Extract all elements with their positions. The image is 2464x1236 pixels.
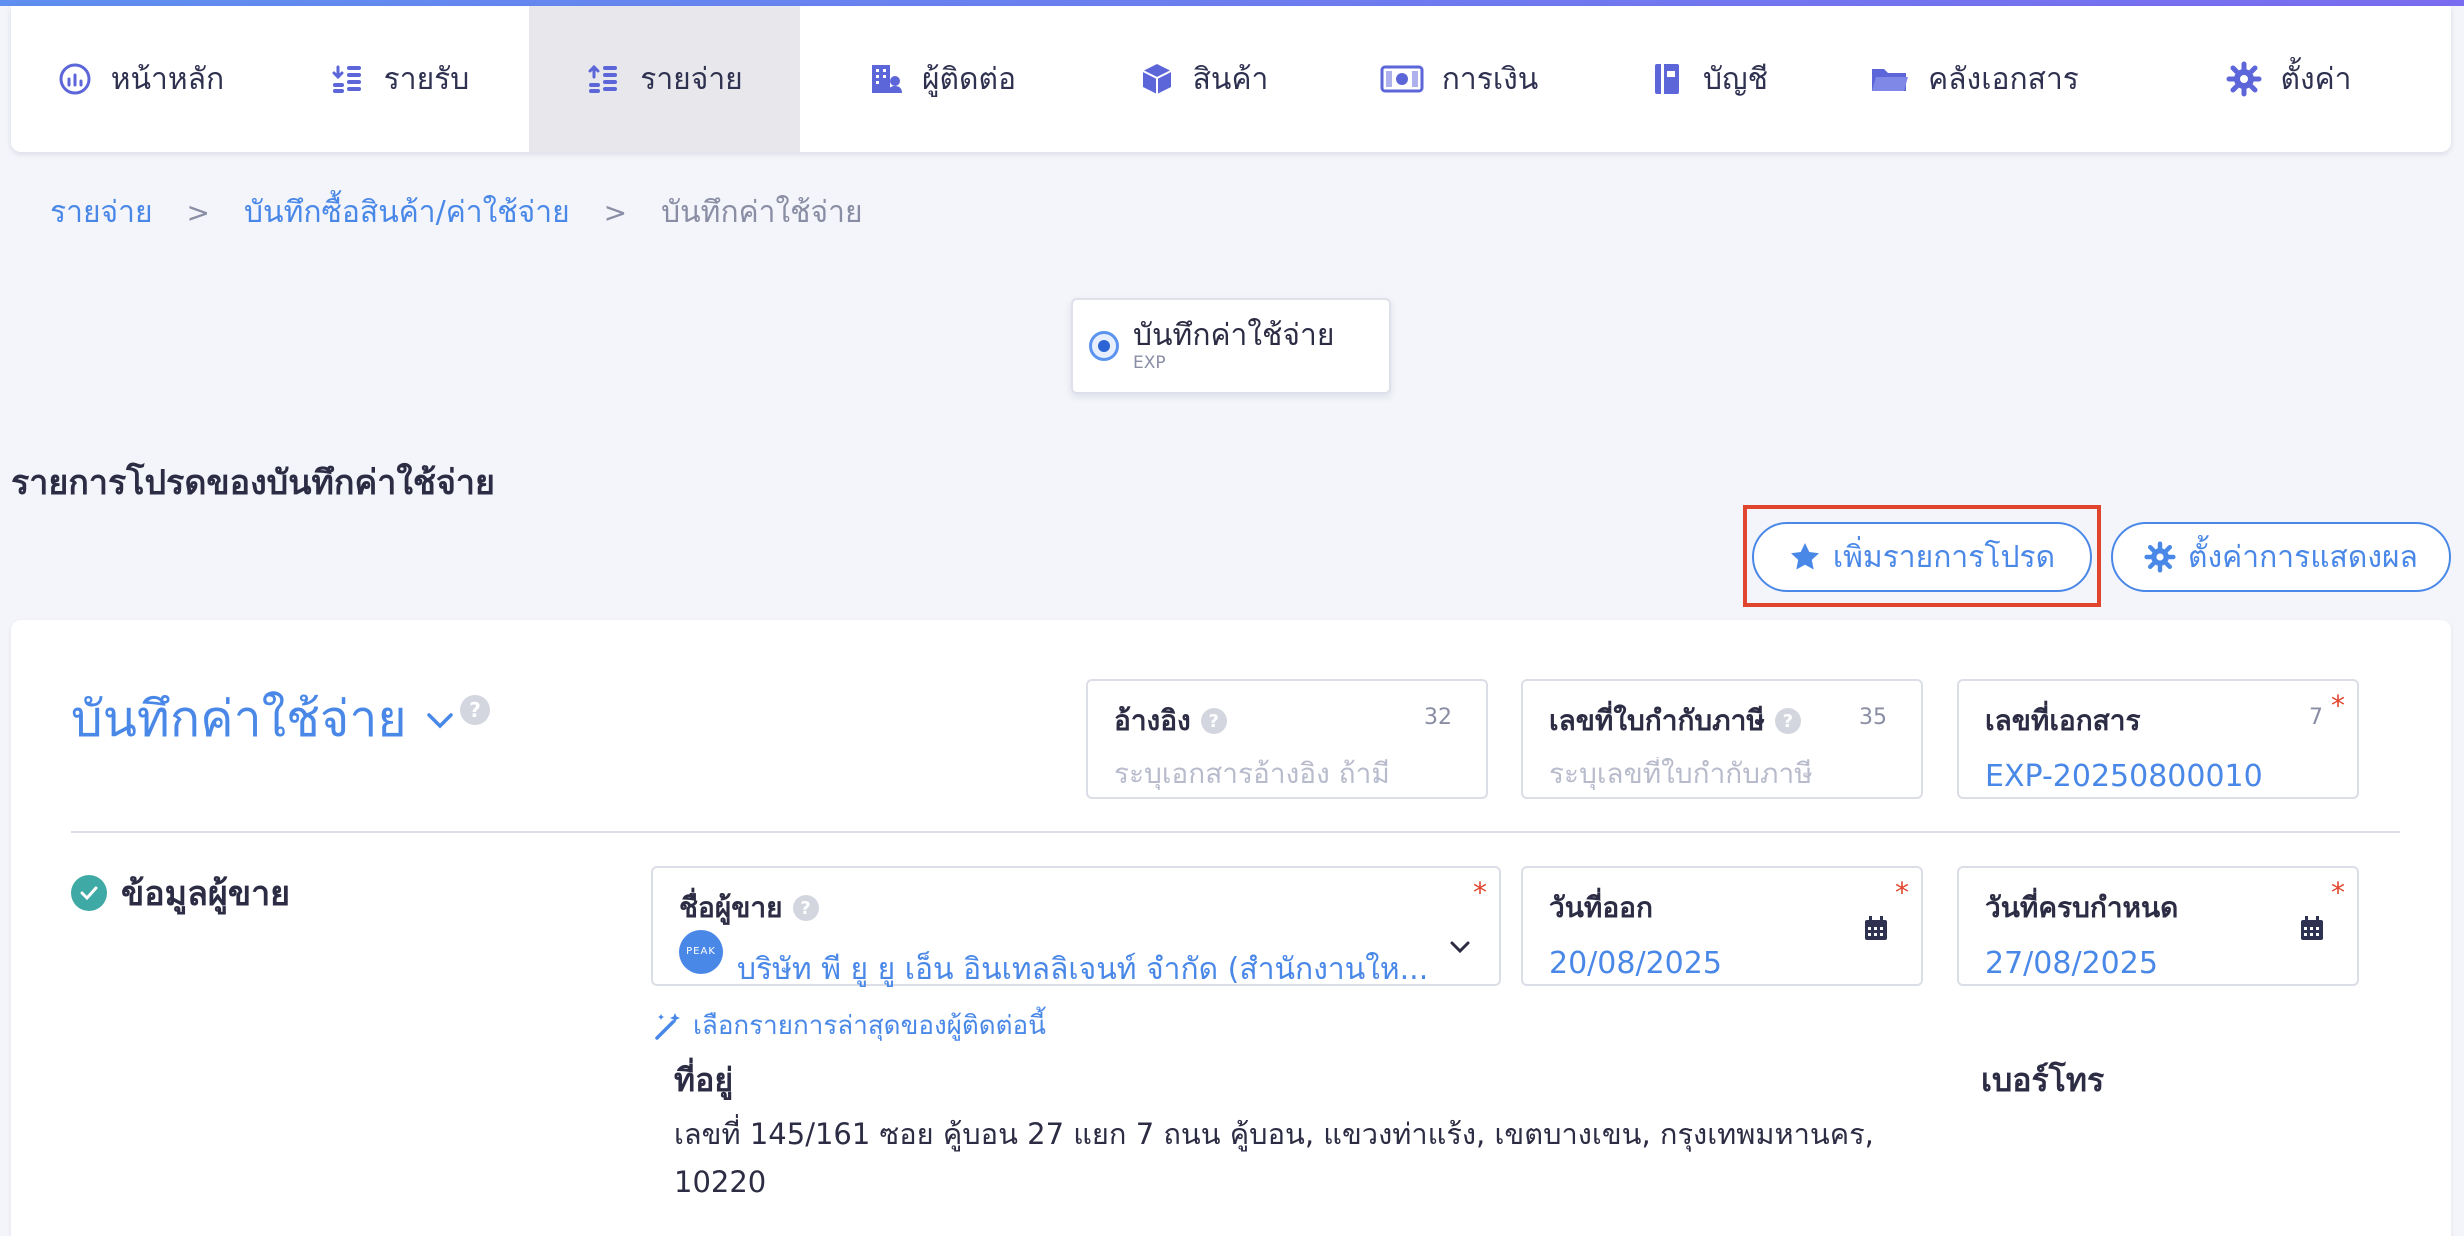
address-value: เลขที่ 145/161 ซอย คู้บอน 27 แยก 7 ถนน ค…: [674, 1117, 1874, 1199]
doc-number-field[interactable]: เลขที่เอกสาร 7 * EXP-20250800010: [1957, 679, 2359, 799]
add-favorite-label: เพิ่มรายการโปรด: [1832, 539, 2056, 575]
help-icon[interactable]: ?: [1774, 708, 1801, 734]
nav-label: ผู้ติดต่อ: [921, 61, 1017, 97]
char-count: 32: [1424, 705, 1452, 730]
favorites-heading: รายการโปรดของบันทึกค่าใช้จ่าย: [11, 463, 495, 503]
add-favorite-button[interactable]: เพิ่มรายการโปรด: [1752, 522, 2092, 592]
income-coins-icon: [332, 65, 361, 93]
char-count: 7: [2309, 705, 2323, 730]
vendor-select[interactable]: ชื่อผู้ขาย ? * PEAK บริษัท พี ยู ยู เอ็น…: [651, 866, 1501, 987]
vendor-label: ชื่อผู้ขาย: [679, 891, 783, 924]
money-bill-icon: [1380, 65, 1424, 93]
char-count: 35: [1859, 705, 1887, 730]
help-icon[interactable]: ?: [1200, 708, 1227, 734]
breadcrumb-separator: >: [603, 195, 628, 229]
nav-label: รายรับ: [383, 61, 470, 97]
nav-item-contacts[interactable]: ผู้ติดต่อ: [800, 6, 1084, 152]
nav-label: หน้าหลัก: [110, 61, 225, 97]
vendor-logo: PEAK: [679, 929, 723, 974]
display-settings-button[interactable]: ตั้งค่าการแสดงผล: [2111, 522, 2451, 592]
vendor-section-title: ข้อมูลผู้ขาย: [71, 866, 290, 920]
issue-date-label: วันที่ออก: [1549, 891, 1653, 924]
star-icon: [1790, 543, 1819, 570]
reference-input[interactable]: [1114, 757, 1462, 790]
tax-invoice-field: เลขที่ใบกำกับภาษี ? 35: [1521, 679, 1923, 799]
section-divider: [71, 831, 2400, 833]
select-recent-items-label: เลือกรายการล่าสุดของผู้ติดต่อนี้: [693, 1011, 1046, 1041]
required-mark: *: [2331, 689, 2345, 722]
due-date-field[interactable]: วันที่ครบกำหนด * 27/08/2025: [1957, 866, 2359, 986]
breadcrumb-current: บันทึกค่าใช้จ่าย: [661, 194, 863, 230]
nav-label: บัญชี: [1703, 61, 1768, 97]
doc-type-option-expense[interactable]: บันทึกค่าใช้จ่าย EXP: [1071, 298, 1391, 394]
nav-item-finance[interactable]: การเงิน: [1323, 6, 1595, 152]
vendor-value-row: PEAK บริษัท พี ยู ยู เอ็น อินเทลลิเจนท์ …: [679, 929, 1475, 993]
breadcrumb: รายจ่าย > บันทึกซื้อสินค้า/ค่าใช้จ่าย > …: [50, 192, 863, 232]
required-mark: *: [1895, 876, 1909, 909]
display-settings-label: ตั้งค่าการแสดงผล: [2188, 539, 2418, 575]
nav-label: สินค้า: [1192, 61, 1269, 97]
help-icon[interactable]: ?: [460, 695, 490, 725]
nav-item-income[interactable]: รายรับ: [270, 6, 529, 152]
doc-number-value: EXP-20250800010: [1985, 759, 2263, 794]
breadcrumb-separator: >: [186, 195, 211, 229]
tax-invoice-label-row: เลขที่ใบกำกับภาษี ?: [1549, 699, 1897, 743]
gear-icon: [2226, 61, 2262, 97]
check-circle-icon: [71, 875, 107, 911]
tax-invoice-input[interactable]: [1549, 757, 1897, 790]
reference-label-row: อ้างอิง ?: [1114, 699, 1462, 743]
chevron-down-icon: [1450, 941, 1470, 954]
product-box-icon: [1142, 64, 1172, 94]
calendar-icon[interactable]: [2297, 914, 2327, 944]
doc-title-label: บันทึกค่าใช้จ่าย: [71, 690, 407, 748]
contacts-building-icon: [871, 65, 902, 93]
nav-label: รายจ่าย: [640, 61, 743, 97]
nav-label: คลังเอกสาร: [1928, 61, 2079, 97]
breadcrumb-link-expense[interactable]: รายจ่าย: [50, 189, 153, 236]
reference-field: อ้างอิง ? 32: [1086, 679, 1488, 799]
required-mark: *: [1473, 876, 1487, 909]
folder-icon: [1872, 69, 1909, 91]
expense-coins-icon: [588, 64, 618, 93]
vendor-section-label: ข้อมูลผู้ขาย: [121, 874, 291, 914]
phone-label: เบอร์โทร: [1981, 1061, 2105, 1099]
gear-icon: [2144, 541, 2176, 573]
vendor-logo-wrap: PEAK: [679, 929, 723, 974]
vendor-name: บริษัท พี ยู ยู เอ็น อินเทลลิเจนท์ จำกัด…: [737, 952, 1429, 987]
required-mark: *: [2331, 876, 2345, 909]
doc-type-radio[interactable]: [1089, 331, 1119, 361]
vendor-label-row: ชื่อผู้ขาย ?: [679, 886, 1475, 930]
account-book-icon: [1655, 64, 1680, 94]
magic-wand-icon: [655, 1012, 680, 1040]
breadcrumb-link-purchase-record[interactable]: บันทึกซื้อสินค้า/ค่าใช้จ่าย: [244, 189, 570, 236]
help-icon[interactable]: ?: [792, 895, 819, 921]
nav-item-accounting[interactable]: บัญชี: [1595, 6, 1822, 152]
nav-item-expense[interactable]: รายจ่าย: [529, 6, 800, 152]
select-recent-items-link[interactable]: เลือกรายการล่าสุดของผู้ติดต่อนี้: [651, 1005, 1046, 1046]
expense-form-card: บันทึกค่าใช้จ่าย ? อ้างอิง ? 32 เลขที่ใบ…: [11, 620, 2451, 1236]
issue-date-value: 20/08/2025: [1549, 946, 1722, 981]
nav-item-products[interactable]: สินค้า: [1084, 6, 1323, 152]
nav-label: ตั้งค่า: [2280, 61, 2352, 97]
dashboard-gauge-icon: [59, 63, 91, 95]
issue-date-field[interactable]: วันที่ออก * 20/08/2025: [1521, 866, 1923, 986]
nav-item-home[interactable]: หน้าหลัก: [11, 6, 270, 152]
nav-item-settings[interactable]: ตั้งค่า: [2127, 6, 2451, 152]
calendar-icon[interactable]: [1861, 914, 1891, 944]
doc-type-text: บันทึกค่าใช้จ่าย EXP: [1133, 318, 1335, 374]
tax-invoice-label: เลขที่ใบกำกับภาษี: [1549, 704, 1765, 737]
address-label: ที่อยู่: [674, 1061, 734, 1099]
chevron-down-icon: [426, 712, 453, 728]
doc-type-label: บันทึกค่าใช้จ่าย: [1133, 318, 1335, 353]
doc-title-dropdown[interactable]: บันทึกค่าใช้จ่าย: [71, 680, 459, 759]
nav-label: การเงิน: [1441, 61, 1539, 97]
reference-label: อ้างอิง: [1114, 704, 1191, 737]
main-nav: หน้าหลัก รายรับ รายจ่าย ผู้ติดต่อ สินค้า…: [11, 6, 2451, 152]
doc-type-code: EXP: [1133, 353, 1166, 373]
doc-number-label: เลขที่เอกสาร: [1985, 704, 2141, 737]
due-date-value: 27/08/2025: [1985, 946, 2158, 981]
due-date-label: วันที่ครบกำหนด: [1985, 891, 2179, 924]
nav-item-documents[interactable]: คลังเอกสาร: [1822, 6, 2127, 152]
